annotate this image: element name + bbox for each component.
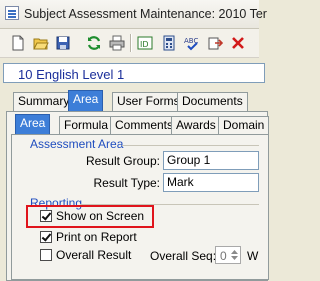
svg-text:ID: ID (140, 40, 149, 49)
subtab-comments[interactable]: Comments (110, 116, 179, 135)
app-icon (5, 6, 19, 20)
tab-summary[interactable]: Summary (13, 92, 75, 111)
overall-seq-label: Overall Seq: (150, 249, 217, 263)
delete-icon[interactable] (230, 35, 246, 51)
show-on-screen-checkbox[interactable] (40, 210, 52, 222)
tab-documents[interactable]: Documents (177, 92, 248, 111)
print-icon[interactable] (109, 35, 125, 51)
spell-check-icon[interactable]: ABC (184, 35, 200, 51)
overall-result-checkbox[interactable] (40, 249, 52, 261)
tab-area[interactable]: Area (68, 90, 104, 111)
subtab-area[interactable]: Area (15, 114, 51, 134)
calculator-icon[interactable] (161, 35, 177, 51)
record-value: 10 English Level 1 (18, 67, 125, 82)
record-selector[interactable]: 10 English Level 1 (3, 63, 265, 83)
export-icon[interactable] (207, 35, 223, 51)
overall-result-label: Overall Result (56, 248, 132, 262)
edit-id-icon[interactable]: ID (137, 35, 153, 51)
spinner-arrows-icon[interactable] (230, 248, 239, 262)
subtab-formula[interactable]: Formula (59, 116, 114, 135)
show-on-screen-label: Show on Screen (56, 209, 145, 223)
overall-seq-value: 0 (220, 249, 227, 263)
print-on-report-checkbox[interactable] (40, 231, 52, 243)
refresh-icon[interactable] (86, 35, 102, 51)
toolbar-separator (130, 34, 132, 52)
result-group-field[interactable]: Group 1 (163, 151, 259, 170)
print-on-report-label: Print on Report (56, 230, 137, 244)
assessment-area-title: Assessment Area (30, 137, 124, 151)
new-document-icon[interactable] (10, 35, 26, 51)
trailing-label: W (247, 249, 259, 263)
result-type-field[interactable]: Mark (163, 173, 259, 192)
toolbar: ID ABC (0, 29, 259, 58)
result-group-label: Result Group: (85, 154, 160, 168)
window-title: Subject Assessment Maintenance: 2010 Ter (24, 7, 267, 21)
subtab-domain[interactable]: Domain (218, 116, 270, 135)
tab-user-forms[interactable]: User Forms (112, 92, 185, 111)
title-bar[interactable]: Subject Assessment Maintenance: 2010 Ter (0, 0, 267, 29)
result-type-label: Result Type: (93, 176, 160, 190)
open-folder-icon[interactable] (33, 35, 49, 51)
save-disk-icon[interactable] (55, 35, 71, 51)
overall-seq-spinner[interactable]: 0 (215, 246, 241, 264)
subtab-awards[interactable]: Awards (171, 116, 221, 135)
group-divider (122, 145, 259, 146)
